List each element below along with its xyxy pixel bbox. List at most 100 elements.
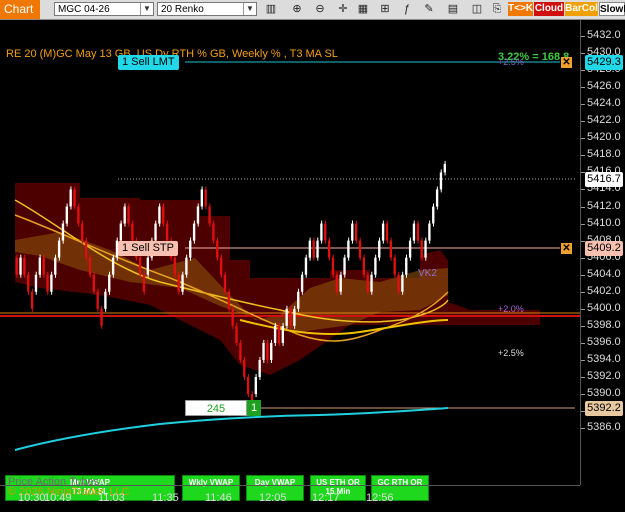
period-value: 20 Renko xyxy=(161,4,204,15)
renko-bar-down xyxy=(46,274,49,292)
properties-icon[interactable]: ▦ xyxy=(356,2,370,16)
period-selector[interactable]: 20 Renko ▼ xyxy=(157,2,257,16)
renko-bar-down xyxy=(138,257,142,275)
attach-icon[interactable]: ⎘ xyxy=(490,2,504,16)
plus-20-label: +2.0% xyxy=(498,304,524,314)
renko-bar-down xyxy=(416,223,419,241)
renko-bar-down xyxy=(127,206,130,224)
price-tick-label: 5392.0 xyxy=(587,370,621,382)
renko-bar-down xyxy=(73,189,76,207)
renko-bar-up xyxy=(111,257,115,275)
vk2-label: VK2 xyxy=(418,268,437,279)
renko-bar-up xyxy=(428,223,431,241)
bars-icon[interactable]: ▥ xyxy=(264,2,278,16)
renko-bar-up xyxy=(374,257,377,275)
renko-bar-up xyxy=(435,189,439,207)
price-tick-mark xyxy=(581,155,585,157)
renko-bar-up xyxy=(408,240,412,258)
price-tick-mark xyxy=(581,325,585,327)
renko-bar-up xyxy=(343,257,346,275)
renko-bar-down xyxy=(420,240,423,258)
cancel-limit-icon[interactable]: ✕ xyxy=(561,57,572,68)
time-tick-label: 12:56 xyxy=(366,492,394,504)
time-tick-label: 10:49 xyxy=(44,492,72,504)
renko-bar-up xyxy=(65,206,68,224)
zoom-out-icon[interactable]: ⊖ xyxy=(313,2,327,16)
renko-bar-up xyxy=(50,274,53,292)
price-tick-label: 5394.0 xyxy=(587,352,621,365)
time-axis[interactable]: 10:30 10:49 11:03 11:35 11:46 12:05 12:17 12:56 xyxy=(0,485,580,512)
renko-bar-down xyxy=(88,257,92,275)
sell-limit-order-label[interactable]: 1 Sell LMT xyxy=(118,55,179,70)
renko-bar-down xyxy=(23,257,26,275)
cancel-stop-icon[interactable]: ✕ xyxy=(561,243,572,254)
renko-bar-down xyxy=(173,257,176,275)
renko-bar-up xyxy=(339,274,342,292)
renko-bar-down xyxy=(131,223,134,241)
renko-bar-up xyxy=(273,325,277,343)
renko-bar-up xyxy=(54,257,57,275)
renko-bar-down xyxy=(243,359,246,377)
price-tick-mark xyxy=(581,359,585,361)
tk-toggle-button[interactable]: T<>K xyxy=(508,2,533,16)
slowh-toggle-button[interactable]: SlowH xyxy=(599,2,625,16)
last-price-label: 5416.7 xyxy=(585,172,623,187)
renko-bar-down xyxy=(223,274,227,292)
chevron-down-icon: ▼ xyxy=(243,3,256,15)
price-tick-mark xyxy=(581,121,585,123)
renko-bar-up xyxy=(270,342,273,360)
crosshair-icon[interactable]: ✛ xyxy=(336,2,350,16)
instrument-selector[interactable]: MGC 04-26 ▼ xyxy=(54,2,154,16)
drawing-icon[interactable]: ✎ xyxy=(422,2,436,16)
renko-bar-up xyxy=(304,257,308,275)
price-tick-label: 5420.0 xyxy=(587,131,621,144)
renko-bar-up xyxy=(308,240,311,258)
instrument-value: MGC 04-26 xyxy=(58,4,110,15)
chart-plot-area[interactable]: RE 20 (M)GC May 13 GB, US Dy RTH % GB, W… xyxy=(0,20,580,501)
price-tick-label: 5400.0 xyxy=(587,301,621,314)
renko-bar-down xyxy=(84,240,88,258)
price-tick-mark xyxy=(581,87,585,89)
renko-bar-down xyxy=(393,257,396,275)
price-tick-mark xyxy=(581,206,585,208)
renko-bar-up xyxy=(316,240,319,258)
plus-25-top-label: +2.5% xyxy=(498,57,524,67)
renko-bar-up xyxy=(108,274,111,292)
renko-bar-up xyxy=(297,291,300,309)
renko-bar-up xyxy=(285,308,288,326)
renko-bar-down xyxy=(289,308,292,326)
template-icon[interactable]: ◫ xyxy=(470,2,484,16)
magnifier-icon[interactable]: ⊕ xyxy=(290,2,304,16)
time-tick-label: 12:05 xyxy=(259,492,287,504)
limit-price-label: 5429.3 xyxy=(585,55,623,70)
cloud-toggle-button[interactable]: Cloud xyxy=(534,2,564,16)
renko-bar-down xyxy=(208,206,211,224)
data-box-icon[interactable]: ▤ xyxy=(446,2,460,16)
vwap-price-label: 5392.2 xyxy=(585,401,623,416)
renko-bar-up xyxy=(61,223,65,241)
renko-bar-up xyxy=(104,291,107,309)
chart-tab[interactable]: Chart xyxy=(0,0,40,19)
renko-bar-down xyxy=(231,308,234,326)
renko-bar-up xyxy=(405,257,408,275)
renko-bar-down xyxy=(96,291,99,309)
renko-bar-down xyxy=(162,206,165,224)
renko-bar-up xyxy=(19,257,22,275)
renko-bar-down xyxy=(312,240,315,258)
renko-bar-up xyxy=(439,172,443,190)
renko-bar-down xyxy=(266,342,269,360)
renko-bar-up xyxy=(154,223,157,241)
renko-bar-down xyxy=(335,274,338,292)
sell-stop-order-label[interactable]: 1 Sell STP xyxy=(118,241,178,256)
renko-bar-down xyxy=(216,240,219,258)
price-tick-mark xyxy=(581,308,585,310)
indicator-icon[interactable]: ƒ xyxy=(400,2,414,16)
counter-qty-box: 1 xyxy=(247,400,261,416)
time-tick-label: 10:30 xyxy=(18,492,46,504)
price-tick-label: 5398.0 xyxy=(587,318,621,331)
strategy-icon[interactable]: ⊞ xyxy=(378,2,392,16)
price-scale[interactable]: 5432.05430.05428.05426.05424.05422.05420… xyxy=(580,20,625,485)
renko-bar-down xyxy=(42,257,45,275)
renko-bar-down xyxy=(362,257,365,275)
barcol-toggle-button[interactable]: BarCol xyxy=(565,2,598,16)
